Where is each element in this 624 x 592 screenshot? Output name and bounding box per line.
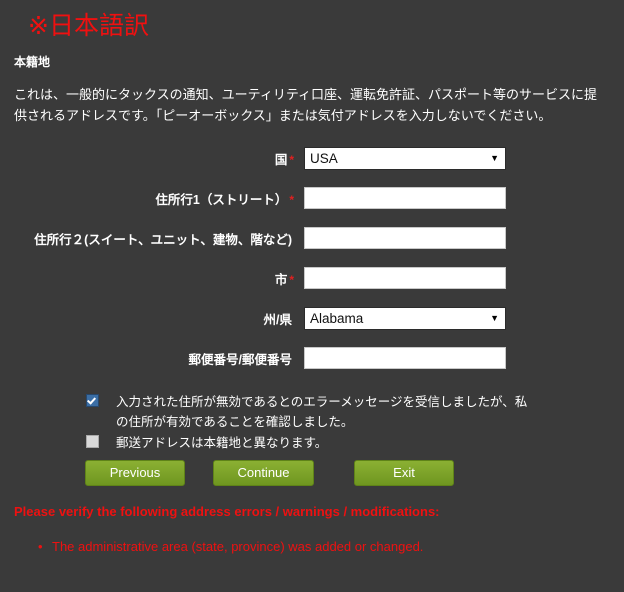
control-address-line-1: [304, 187, 506, 209]
continue-button[interactable]: Continue: [213, 460, 314, 486]
error-list-item: The administrative area (state, province…: [14, 538, 423, 556]
address-form: 国 * USA ▼ 住所行1（ストリート） * 住所行２(スイート、ユニット、建物、…: [0, 147, 624, 387]
control-postal-code: [304, 347, 506, 369]
address-line-2-input[interactable]: [304, 227, 506, 249]
label-postal-code-text: 郵便番号/郵便番号: [188, 353, 292, 367]
previous-button[interactable]: Previous: [85, 460, 185, 486]
checkbox-mailing-differs-label: 郵送アドレスは本籍地と異なります。: [116, 436, 328, 450]
label-country: 国 *: [275, 147, 294, 173]
control-state: Alabama ▼: [304, 307, 506, 330]
label-address-line-1-text: 住所行1（ストリート）: [155, 193, 288, 207]
postal-code-input[interactable]: [304, 347, 506, 369]
country-select-value: USA: [310, 151, 338, 166]
label-city-text: 市: [274, 273, 288, 287]
control-address-line-2: [304, 227, 506, 249]
label-postal-code: 郵便番号/郵便番号: [189, 347, 294, 373]
address-description-text: これは、一般的にタックスの通知、ユーティリティ口座、運転免許証、パスポート等のサ…: [14, 87, 598, 123]
label-state-text: 州/県: [263, 313, 292, 327]
form-row-postal-code: 郵便番号/郵便番号: [0, 347, 624, 387]
form-row-address-line-2: 住所行２(スイート、ユニット、建物、階など): [0, 227, 624, 267]
required-marker-city: *: [289, 273, 294, 287]
translation-note-heading: ※日本語訳: [28, 12, 149, 40]
country-select[interactable]: USA ▼: [304, 147, 506, 170]
state-select-value: Alabama: [310, 311, 364, 326]
control-city: [304, 267, 506, 289]
label-address-line-1: 住所行1（ストリート） *: [155, 187, 294, 213]
checkbox-row-mailing-differs: 郵送アドレスは本籍地と異なります。: [0, 433, 624, 453]
label-address-line-2: 住所行２(スイート、ユニット、建物、階など): [34, 227, 294, 253]
error-list: The administrative area (state, province…: [14, 538, 423, 556]
state-select[interactable]: Alabama ▼: [304, 307, 506, 330]
required-marker-country: *: [289, 153, 294, 167]
checkbox-address-verified[interactable]: [86, 394, 99, 407]
label-address-line-2-text: 住所行２(スイート、ユニット、建物、階など): [34, 233, 292, 247]
chevron-down-icon: ▼: [490, 153, 499, 163]
checkbox-address-verified-label: 入力された住所が無効であるとのエラーメッセージを受信しましたが、私の住所が有効で…: [116, 395, 528, 429]
form-row-state: 州/県 Alabama ▼: [0, 307, 624, 347]
exit-button[interactable]: Exit: [354, 460, 454, 486]
form-row-address-line-1: 住所行1（ストリート） *: [0, 187, 624, 227]
label-state: 州/県: [264, 307, 294, 333]
required-marker-address-line-1: *: [289, 193, 294, 207]
label-country-text: 国: [274, 153, 288, 167]
form-row-country: 国 * USA ▼: [0, 147, 624, 187]
checkbox-row-address-verified: 入力された住所が無効であるとのエラーメッセージを受信しましたが、私の住所が有効で…: [0, 392, 624, 432]
checkbox-group: 入力された住所が無効であるとのエラーメッセージを受信しましたが、私の住所が有効で…: [0, 392, 624, 453]
button-bar: Previous Continue Exit: [0, 460, 624, 488]
address-line-1-input[interactable]: [304, 187, 506, 209]
section-heading-home-address: 本籍地: [14, 55, 51, 69]
label-city: 市 *: [275, 267, 294, 293]
checkbox-mailing-differs[interactable]: [86, 435, 99, 448]
form-row-city: 市 *: [0, 267, 624, 307]
chevron-down-icon: ▼: [490, 313, 499, 323]
control-country: USA ▼: [304, 147, 506, 170]
city-input[interactable]: [304, 267, 506, 289]
error-block-title: Please verify the following address erro…: [14, 504, 440, 519]
